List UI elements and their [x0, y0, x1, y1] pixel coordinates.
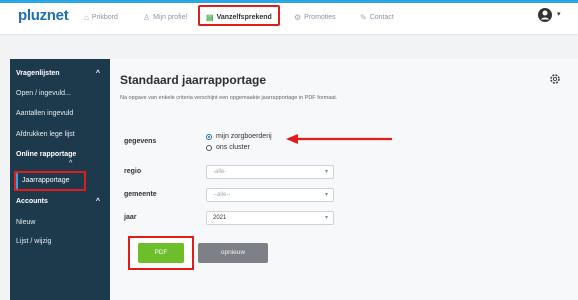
select-value: -alle-	[213, 169, 227, 175]
chevron-down-icon: ▾	[324, 169, 328, 175]
sidebar-item-nieuw[interactable]: Nieuw	[10, 215, 110, 231]
account-icon[interactable]	[537, 7, 553, 23]
sidebar-item-label: Jaarrapportage	[22, 177, 70, 184]
jaar-select[interactable]: 2021 ▾	[206, 211, 334, 225]
sidebar-item-aantallen[interactable]: Aantallen ingevuld	[10, 106, 110, 122]
radio-mijn-zorgboerderij[interactable]: mijn zorgboerderij	[206, 133, 272, 140]
select-value: --alle--	[213, 192, 231, 198]
page-subtitle: Na opgave van enkele criteria verschijnt…	[120, 95, 338, 101]
chevron-down-icon: ▾	[324, 192, 328, 198]
radio-checked[interactable]	[206, 133, 212, 140]
gegevens-label: gegevens	[124, 138, 157, 145]
sidebar-group-label: Vragenlijsten	[16, 70, 60, 77]
nav-label: Vanzelfsprekend	[216, 13, 272, 21]
radio-unchecked[interactable]	[206, 144, 212, 151]
sidebar-item-open-ingevuld[interactable]: Open / ingevuld...	[10, 86, 110, 102]
reset-button[interactable]: opnieuw	[198, 243, 268, 263]
radio-ons-cluster[interactable]: ons cluster	[206, 144, 250, 151]
top-accent-stripe	[0, 0, 578, 3]
sidebar-group-online-rapportage[interactable]: Online rapportage	[10, 146, 110, 164]
chevron-up-icon: ^	[95, 70, 100, 77]
sidebar-group-accounts[interactable]: Accounts ^	[10, 193, 110, 211]
top-navigation-bar: pluznet ⌂ Prikbord ♙ Mijn profiel ▤ Vanz…	[0, 0, 578, 35]
nav-mijn-profiel[interactable]: ♙ Mijn profiel	[143, 9, 187, 25]
active-indicator	[16, 173, 18, 189]
nav-label: Promoties	[304, 13, 336, 21]
nav-label: Prikbord	[91, 13, 118, 21]
settings-gear-icon[interactable]	[549, 73, 561, 85]
chevron-down-icon[interactable]: ▾	[557, 10, 561, 18]
jaar-label: jaar	[124, 214, 137, 221]
gemeente-label: gemeente	[124, 191, 157, 198]
radio-label: mijn zorgboerderij	[216, 133, 272, 140]
pdf-button[interactable]: PDF	[138, 243, 184, 263]
red-arrow-annotation	[286, 134, 392, 144]
nav-vanzelfsprekend[interactable]: ▤ Vanzelfsprekend	[206, 9, 272, 25]
monitor-icon: ▤	[206, 12, 214, 22]
nav-label: Mijn profiel	[153, 13, 188, 21]
nav-label: Contact	[369, 13, 394, 21]
chevron-up-icon: ^	[69, 160, 73, 167]
home-icon: ⌂	[84, 12, 89, 22]
page-title: Standaard jaarrapportage	[120, 73, 267, 87]
chevron-down-icon: ▾	[324, 215, 328, 221]
nav-promoties[interactable]: ⚙ Promoties	[294, 9, 336, 25]
user-icon: ♙	[143, 12, 151, 22]
chevron-up-icon: ^	[95, 198, 100, 205]
sidebar-item-jaarrapportage[interactable]: Jaarrapportage	[14, 171, 86, 191]
sidebar-group-vragenlijsten[interactable]: Vragenlijsten ^	[10, 65, 110, 83]
sidebar-item-lijst-wijzig[interactable]: Lijst / wijzig	[10, 234, 110, 250]
sidebar-group-label: Online rapportage	[16, 151, 77, 158]
sidebar-group-label: Accounts	[16, 198, 48, 205]
regio-select[interactable]: -alle- ▾	[206, 165, 334, 179]
select-value: 2021	[213, 215, 227, 221]
pencil-icon: ✎	[360, 12, 367, 22]
regio-label: regio	[124, 168, 142, 175]
nav-contact[interactable]: ✎ Contact	[360, 9, 394, 25]
pluznet-logo[interactable]: pluznet	[18, 7, 69, 24]
radio-label: ons cluster	[216, 144, 250, 151]
sidebar: Vragenlijsten ^ Open / ingevuld... Aanta…	[10, 59, 110, 300]
sidebar-item-afdrukken[interactable]: Afdrukken lege lijst	[10, 127, 110, 143]
nav-prikbord[interactable]: ⌂ Prikbord	[84, 9, 118, 25]
gemeente-select[interactable]: --alle-- ▾	[206, 188, 334, 202]
gear-icon: ⚙	[294, 12, 302, 22]
